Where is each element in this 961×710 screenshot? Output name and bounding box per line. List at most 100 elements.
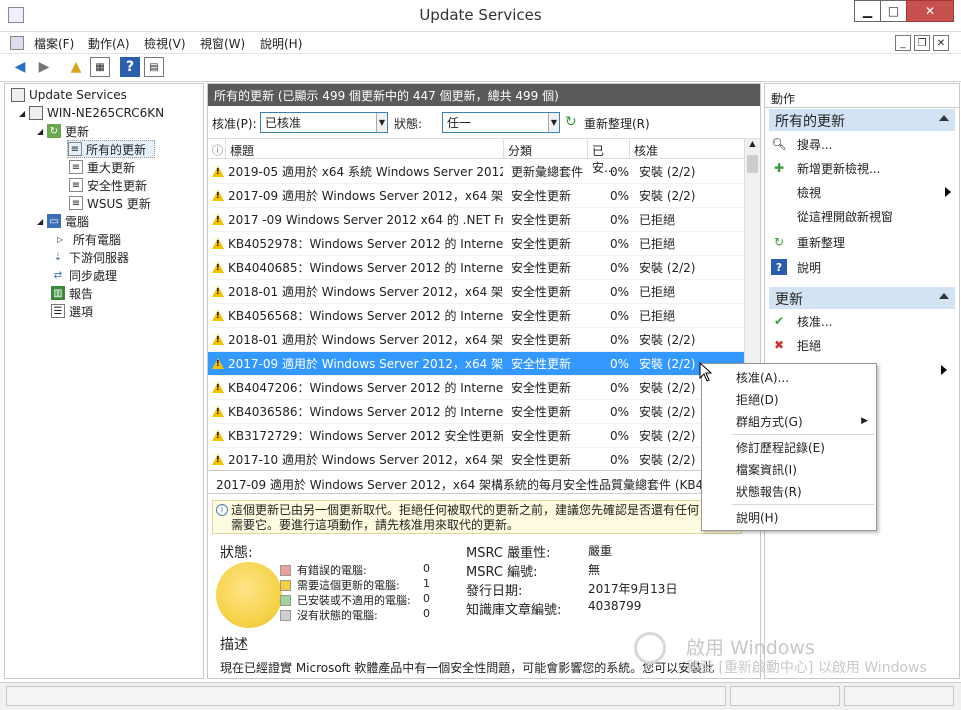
context-menu: 核准(A)... 拒絕(D) 群組方式(G) ▶ 修訂歷程記錄(E) 檔案資訊(… (701, 363, 877, 531)
info-line-1: 這個更新已由另一個更新取代。拒絕任何被取代的更新之前，建議您先確認是否還有任何 (231, 503, 700, 517)
table-row[interactable]: 2017-09 適用於 Windows Server 2012，x64 架...… (208, 352, 744, 376)
tree-updates[interactable]: ◢ ↻ 更新 (5, 122, 203, 140)
ctx-revision-history[interactable]: 修訂歷程記錄(E) (736, 437, 866, 457)
tree-all-computers[interactable]: ▷ 所有電腦 (5, 230, 203, 248)
action-refresh[interactable]: ↻ 重新整理 (771, 232, 845, 252)
action-view[interactable]: 檢視 (771, 182, 951, 202)
action-help[interactable]: ? 說明 (771, 257, 821, 277)
warning-icon (212, 406, 224, 417)
tree-options[interactable]: ☰ 選項 (5, 302, 203, 320)
col-classification[interactable]: 分類 (504, 139, 588, 159)
approval-select[interactable]: 已核准 ▼ (260, 112, 388, 133)
cell-approval: 已拒絕 (639, 237, 676, 251)
action-new-window[interactable]: 從這裡開啟新視窗 (771, 206, 893, 226)
ctx-help[interactable]: 說明(H) (736, 507, 866, 527)
cell-title: 2018-01 適用於 Windows Server 2012，x64 架... (228, 333, 503, 347)
up-folder-icon[interactable]: ▲ (66, 57, 86, 77)
table-row[interactable]: KB4036586：Windows Server 2012 的 Internet… (208, 400, 744, 424)
ctx-decline[interactable]: 拒絕(D) (736, 389, 866, 409)
action-search[interactable]: 🔍︎ 搜尋... (771, 134, 832, 154)
warning-icon (212, 358, 224, 369)
collapse-icon[interactable]: ◢ (37, 127, 47, 136)
chevron-down-icon: ▼ (548, 113, 559, 132)
action-refresh-label: 重新整理 (797, 235, 846, 250)
back-arrow-icon[interactable]: ◀ (10, 57, 30, 77)
collapse-icon[interactable]: ◢ (19, 109, 29, 118)
status-select[interactable]: 任一 ▼ (442, 112, 560, 133)
table-row[interactable]: 2018-01 適用於 Windows Server 2012，x64 架...… (208, 280, 744, 304)
col-title[interactable]: 標題 (226, 139, 504, 159)
cell-title: KB3172729：Windows Server 2012 安全性更新 (228, 429, 503, 443)
show-action-pane-icon[interactable]: ▤ (144, 57, 164, 77)
actions-section-all-updates[interactable]: 所有的更新 (769, 109, 955, 131)
minimize-button[interactable]: ▁ (854, 0, 881, 22)
warning-icon (212, 454, 224, 465)
tree-downstream-label: 下游伺服器 (69, 250, 130, 265)
collapse-icon[interactable]: ◢ (37, 217, 47, 226)
table-row[interactable]: 2018-01 適用於 Windows Server 2012，x64 架...… (208, 328, 744, 352)
cell-title: KB4056568：Windows Server 2012 的 Internet… (228, 309, 503, 323)
submenu-arrow-icon (941, 365, 947, 375)
cell-installed: 0% (609, 452, 629, 467)
tree-wsus-updates[interactable]: ≡ WSUS 更新 (5, 194, 203, 212)
tree-server[interactable]: ◢ WIN-NE265CRC6KN (5, 104, 203, 122)
actions-section-update[interactable]: 更新 (769, 287, 955, 309)
approval-value: 已核准 (265, 116, 302, 130)
show-tree-icon[interactable]: ▦ (90, 57, 110, 77)
action-new-view[interactable]: ✚ 新增更新檢視... (771, 158, 880, 178)
tree-critical-updates[interactable]: ≡ 重大更新 (5, 158, 203, 176)
table-row[interactable]: 2017-10 適用於 Windows Server 2012，x64 架...… (208, 448, 744, 472)
tree-downstream[interactable]: ⇣ 下游伺服器 (5, 248, 203, 266)
cell-installed: 0% (609, 308, 629, 323)
tree-computers[interactable]: ◢ ▭ 電腦 (5, 212, 203, 230)
cell-installed: 0% (609, 188, 629, 203)
maximize-button[interactable]: □ (880, 0, 907, 22)
scroll-up-arrow[interactable]: ▲ (745, 139, 760, 153)
table-row[interactable]: 2017-09 適用於 Windows Server 2012，x64 架...… (208, 184, 744, 208)
help-icon[interactable]: ? (120, 57, 140, 77)
refresh-button[interactable]: 重新整理(R) (584, 115, 650, 132)
expand-icon[interactable]: ▷ (57, 235, 67, 244)
close-button[interactable]: ✕ (906, 0, 954, 22)
tree-critical-label: 重大更新 (87, 160, 136, 175)
table-row[interactable]: KB4056568：Windows Server 2012 的 Internet… (208, 304, 744, 328)
table-row[interactable]: 2017 -09 Windows Server 2012 x64 的 .NET … (208, 208, 744, 232)
cell-installed: 0% (609, 332, 629, 347)
action-decline[interactable]: ✖ 拒絕 (771, 335, 821, 355)
action-approve[interactable]: ✔ 核准... (771, 311, 832, 331)
col-icon[interactable]: ⓘ (208, 139, 226, 159)
menu-help[interactable]: 說明(H) (260, 35, 302, 52)
tree-all-updates[interactable]: ≡ 所有的更新 (67, 140, 155, 158)
blank-icon (771, 184, 787, 200)
cell-classification: 安全性更新 (511, 189, 572, 203)
menu-view[interactable]: 檢視(V) (144, 35, 186, 52)
ctx-file-info[interactable]: 檔案資訊(I) (736, 459, 866, 479)
mdi-restore-button[interactable]: ❐ (914, 35, 930, 51)
col-approval[interactable]: 核准 (630, 139, 744, 159)
forward-arrow-icon[interactable]: ▶ (34, 57, 54, 77)
menu-window[interactable]: 視窗(W) (200, 35, 245, 52)
ctx-approve[interactable]: 核准(A)... (736, 367, 866, 387)
menu-file[interactable]: 檔案(F) (34, 35, 74, 52)
table-row[interactable]: KB4040685：Windows Server 2012 的 Internet… (208, 256, 744, 280)
tree-sync[interactable]: ⇄ 同步處理 (5, 266, 203, 284)
table-row[interactable]: KB4052978：Windows Server 2012 的 Internet… (208, 232, 744, 256)
tree-reports[interactable]: ▥ 報告 (5, 284, 203, 302)
tree-root-label: Update Services (29, 88, 127, 102)
mdi-minimize-button[interactable]: _ (895, 35, 911, 51)
col-installed[interactable]: 已安... (588, 139, 630, 175)
ctx-status-report[interactable]: 狀態報告(R) (736, 481, 866, 501)
table-row[interactable]: 2019-05 適用於 x64 系統 Windows Server 2012 .… (208, 160, 744, 184)
mdi-close-button[interactable]: ✕ (933, 35, 949, 51)
tree-security-updates[interactable]: ≡ 安全性更新 (5, 176, 203, 194)
action-approve-label: 核准... (797, 314, 833, 329)
scroll-thumb[interactable] (747, 155, 758, 173)
ctx-group-by[interactable]: 群組方式(G) ▶ (736, 411, 868, 431)
cell-classification: 安全性更新 (511, 405, 572, 419)
tree-root[interactable]: Update Services (5, 86, 203, 104)
menu-action[interactable]: 動作(A) (88, 35, 130, 52)
table-row[interactable]: KB3172729：Windows Server 2012 安全性更新安全性更新… (208, 424, 744, 448)
cell-title: KB4040685：Windows Server 2012 的 Internet… (228, 261, 503, 275)
table-row[interactable]: KB4047206：Windows Server 2012 的 Internet… (208, 376, 744, 400)
cell-approval: 已拒絕 (639, 213, 676, 227)
